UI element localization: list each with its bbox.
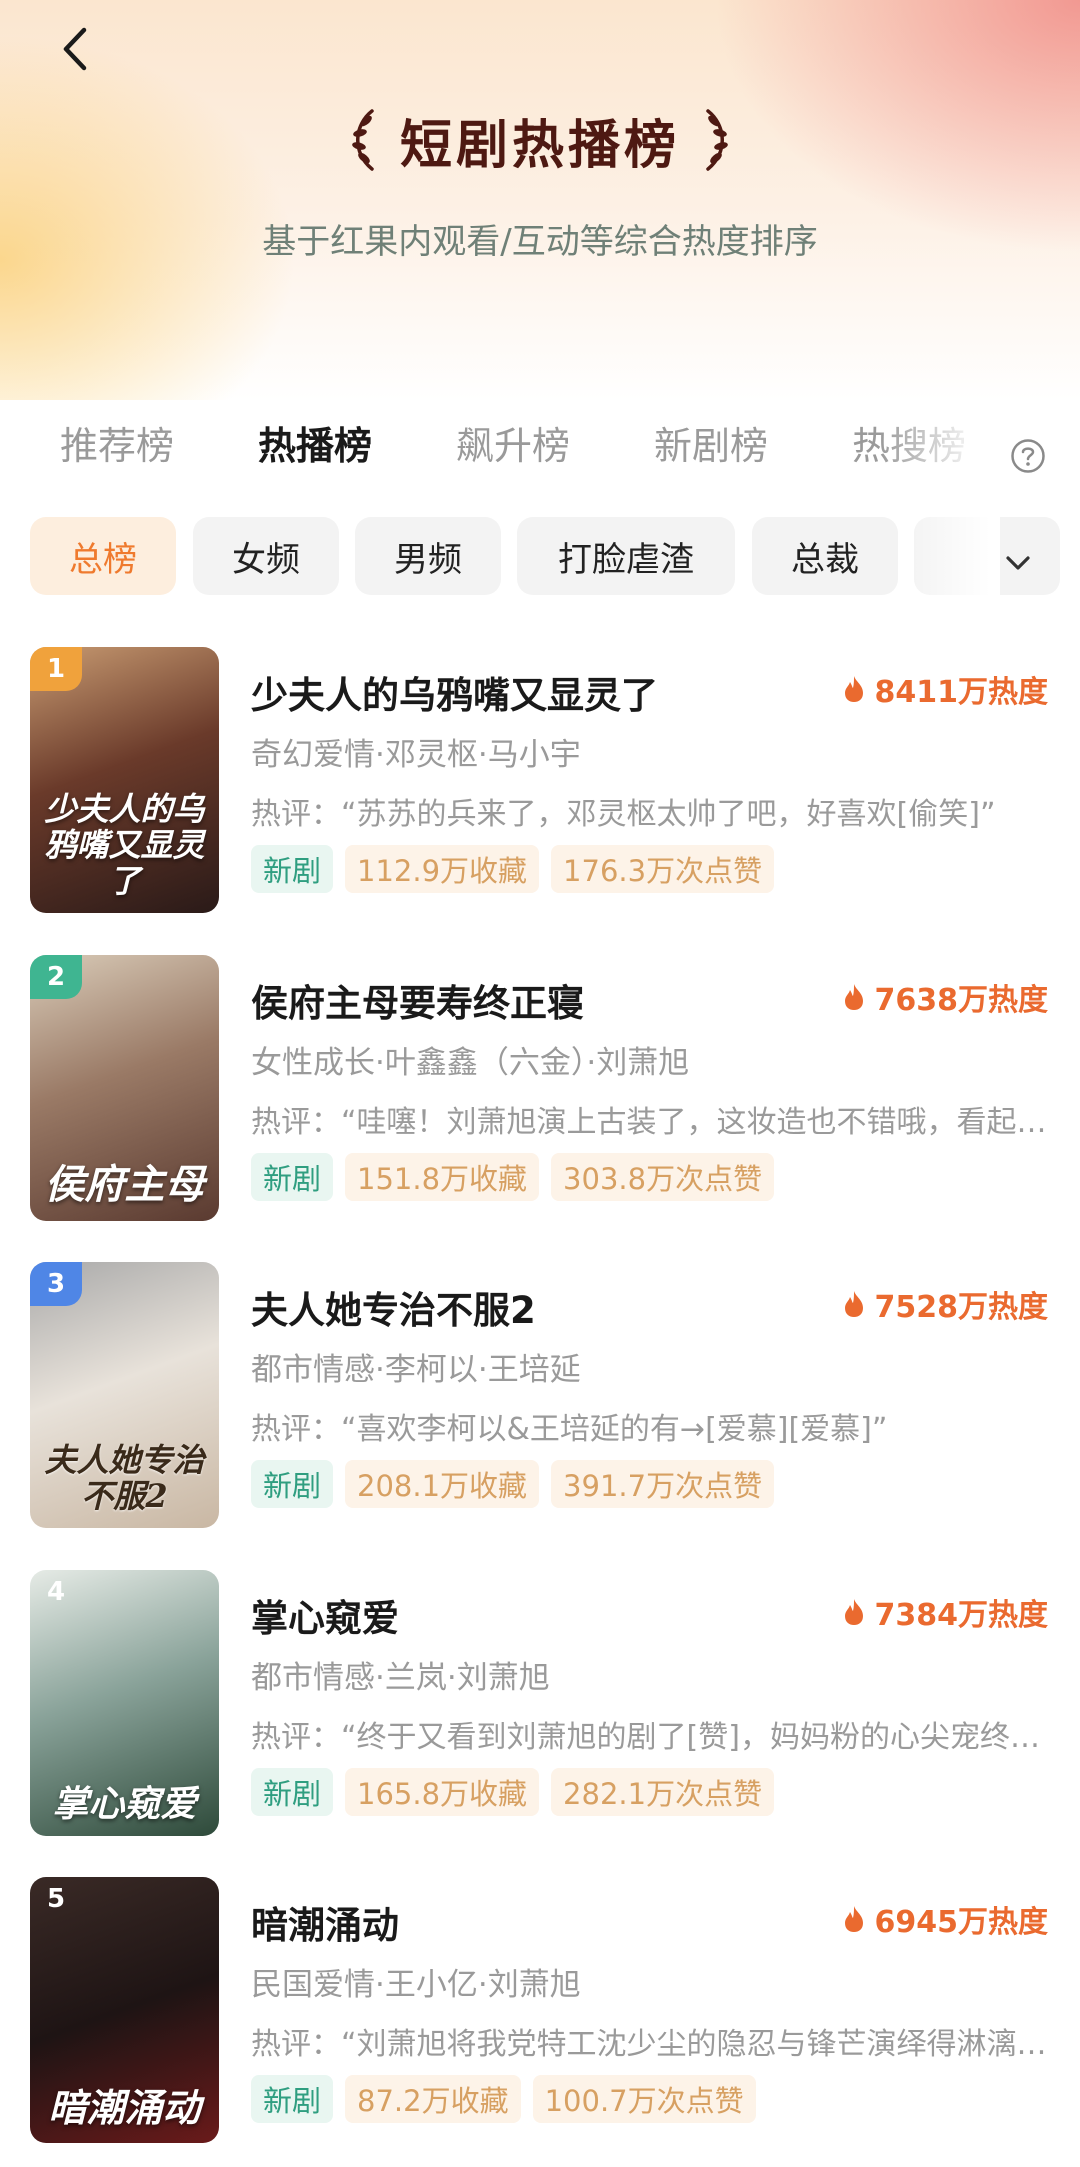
heat-text: 7528万热度 (874, 1290, 1049, 1325)
drama-meta: 奇幻爱情·邓灵枢·马小宇 (251, 737, 581, 773)
tab-new[interactable]: 新剧榜 (654, 415, 768, 470)
chevron-left-icon (63, 27, 87, 71)
rank-badge: 5 (46, 1884, 66, 1914)
chip-ceo[interactable]: 总裁 (752, 517, 898, 595)
title-row: 短剧热播榜 (0, 100, 1080, 180)
new-tag: 新剧 (251, 1153, 334, 1201)
tab-hot-play[interactable]: 热播榜 (258, 415, 372, 470)
poster-image: 1 少夫人的乌鸦嘴又显灵了 (30, 647, 219, 913)
tag-row: 新剧 87.2万收藏 100.7万次点赞 (251, 2075, 756, 2123)
poster-title: 少夫人的乌鸦嘴又显灵了 (44, 790, 205, 900)
chip-scroll-fade (905, 512, 1000, 602)
drama-title: 少夫人的乌鸦嘴又显灵了 (251, 674, 658, 717)
tag-row: 新剧 208.1万收藏 391.7万次点赞 (251, 1460, 775, 1508)
tag-row: 新剧 151.8万收藏 303.8万次点赞 (251, 1153, 775, 1201)
poster-title: 暗潮涌动 (48, 2085, 201, 2130)
heat-text: 7638万热度 (874, 983, 1049, 1018)
tab-rising[interactable]: 飙升榜 (456, 415, 570, 470)
poster-title: 侯府主母 (44, 1161, 205, 1208)
drama-title: 暗潮涌动 (251, 1904, 399, 1947)
poster-image: 4 掌心窥爱 (30, 1570, 219, 1836)
drama-title: 夫人她专治不服2 (251, 1289, 536, 1332)
tag-row: 新剧 165.8万收藏 282.1万次点赞 (251, 1768, 775, 1816)
likes-tag: 176.3万次点赞 (551, 845, 775, 893)
favorites-tag: 165.8万收藏 (345, 1768, 540, 1816)
hot-comment: 热评：“刘萧旭将我党特工沈少尘的隐忍与锋芒演绎得淋漓尽致” (251, 2027, 1051, 2062)
rank-badge: 3 (30, 1262, 82, 1306)
list-item[interactable]: 1 少夫人的乌鸦嘴又显灵了 少夫人的乌鸦嘴又显灵了 8411万热度 奇幻爱情·邓… (0, 647, 1080, 937)
heat-value: 7638万热度 (843, 975, 1049, 1019)
poster-image: 2 侯府主母 (30, 955, 219, 1221)
laurel-left-icon (352, 109, 374, 171)
favorites-tag: 112.9万收藏 (345, 845, 540, 893)
tab-scroll-fade (880, 405, 1000, 485)
list-item[interactable]: 2 侯府主母 侯府主母要寿终正寝 7638万热度 女性成长·叶鑫鑫（六金）·刘萧… (0, 955, 1080, 1245)
flame-icon (844, 1291, 863, 1317)
likes-tag: 282.1万次点赞 (551, 1768, 775, 1816)
chip-male[interactable]: 男频 (355, 517, 501, 595)
likes-tag: 391.7万次点赞 (551, 1460, 775, 1508)
chip-all[interactable]: 总榜 (30, 517, 176, 595)
drama-meta: 都市情感·李柯以·王培延 (251, 1352, 581, 1388)
drama-title: 掌心窥爱 (251, 1597, 399, 1640)
heat-value: 8411万热度 (843, 667, 1049, 711)
tab-recommend[interactable]: 推荐榜 (60, 415, 174, 470)
list-item[interactable]: 4 掌心窥爱 掌心窥爱 7384万热度 都市情感·兰岚·刘萧旭 热评：“终于又看… (0, 1570, 1080, 1860)
hot-comment: 热评：“哇噻！刘萧旭演上古装了，这妆造也不错哦，看起来很有感觉” (251, 1105, 1051, 1140)
flame-icon (844, 676, 863, 702)
heat-text: 7384万热度 (874, 1598, 1049, 1633)
likes-tag: 100.7万次点赞 (532, 2075, 756, 2123)
flame-icon (844, 984, 863, 1010)
question-circle-icon[interactable] (1010, 438, 1046, 474)
hot-comment: 热评：“苏苏的兵来了，邓灵枢太帅了吧，好喜欢[偷笑]” (251, 797, 996, 832)
laurel-right-icon (706, 109, 728, 171)
page-title: 短剧热播榜 (399, 114, 680, 176)
flame-icon (844, 1906, 863, 1932)
new-tag: 新剧 (251, 1460, 334, 1508)
drama-meta: 都市情感·兰岚·刘萧旭 (251, 1660, 550, 1696)
heat-value: 7528万热度 (843, 1282, 1049, 1326)
tag-row: 新剧 112.9万收藏 176.3万次点赞 (251, 845, 775, 893)
poster-title: 掌心窥爱 (52, 1783, 197, 1825)
back-button[interactable] (50, 24, 100, 74)
header-background (0, 0, 1080, 400)
poster-image: 5 暗潮涌动 (30, 1877, 219, 2143)
poster-title: 夫人她专治不服2 (44, 1441, 205, 1515)
rank-badge: 4 (46, 1577, 66, 1607)
favorites-tag: 87.2万收藏 (345, 2075, 521, 2123)
likes-tag: 303.8万次点赞 (551, 1153, 775, 1201)
new-tag: 新剧 (251, 1768, 334, 1816)
drama-title: 侯府主母要寿终正寝 (251, 982, 584, 1025)
chevron-down-icon[interactable] (1003, 553, 1033, 573)
rank-badge: 2 (30, 955, 82, 999)
drama-meta: 女性成长·叶鑫鑫（六金）·刘萧旭 (251, 1045, 690, 1081)
flame-icon (844, 1599, 863, 1625)
heat-text: 8411万热度 (874, 675, 1049, 710)
chip-female[interactable]: 女频 (193, 517, 339, 595)
heat-text: 6945万热度 (874, 1905, 1049, 1940)
heat-value: 7384万热度 (843, 1590, 1049, 1634)
new-tag: 新剧 (251, 845, 334, 893)
hot-comment: 热评：“终于又看到刘萧旭的剧了[赞]，妈妈粉的心尖宠终于回来了” (251, 1720, 1051, 1755)
heat-value: 6945万热度 (843, 1897, 1049, 1941)
hot-comment: 热评：“喜欢李柯以&王培延的有→[爱慕][爱慕]” (251, 1412, 888, 1447)
list-item[interactable]: 5 暗潮涌动 暗潮涌动 6945万热度 民国爱情·王小亿·刘萧旭 热评：“刘萧旭… (0, 1877, 1080, 2167)
favorites-tag: 208.1万收藏 (345, 1460, 540, 1508)
list-item[interactable]: 3 夫人她专治不服2 夫人她专治不服2 7528万热度 都市情感·李柯以·王培延… (0, 1262, 1080, 1552)
drama-meta: 民国爱情·王小亿·刘萧旭 (251, 1967, 581, 2003)
favorites-tag: 151.8万收藏 (345, 1153, 540, 1201)
poster-image: 3 夫人她专治不服2 (30, 1262, 219, 1528)
new-tag: 新剧 (251, 2075, 334, 2123)
page-subtitle: 基于红果内观看/互动等综合热度排序 (262, 222, 818, 262)
rank-badge: 1 (30, 647, 82, 691)
chip-face-slap[interactable]: 打脸虐渣 (517, 517, 735, 595)
